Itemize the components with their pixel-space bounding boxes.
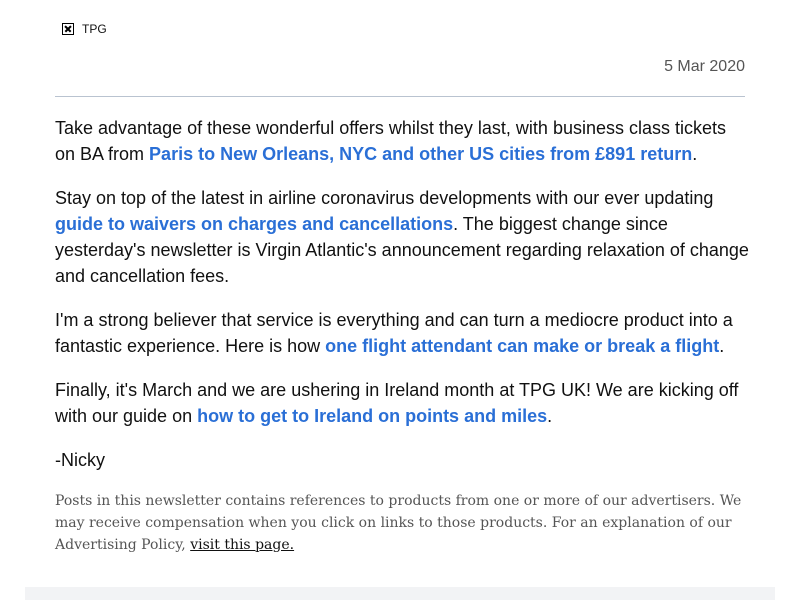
header-divider <box>55 96 745 97</box>
footer-section <box>25 587 775 600</box>
paragraph-ba-offers: Take advantage of these wonderful offers… <box>55 118 727 164</box>
link-paris-new-orleans-offer[interactable]: Paris to New Orleans, NYC and other US c… <box>149 144 692 164</box>
link-waivers-guide[interactable]: guide to waivers on charges and cancella… <box>55 214 453 234</box>
signature: -Nicky <box>55 450 105 470</box>
newsletter-date: 5 Mar 2020 <box>664 58 745 75</box>
logo-alt-text: TPG <box>82 22 107 36</box>
link-ireland-guide[interactable]: how to get to Ireland on points and mile… <box>197 406 547 426</box>
paragraph-service: I'm a strong believer that service is ev… <box>55 310 733 356</box>
broken-image-icon <box>62 23 74 35</box>
link-flight-attendant[interactable]: one flight attendant can make or break a… <box>325 336 719 356</box>
link-advertising-policy[interactable]: visit this page. <box>190 537 294 553</box>
advertiser-disclaimer: Posts in this newsletter contains refere… <box>55 493 742 553</box>
paragraph-ireland: Finally, it's March and we are ushering … <box>55 380 739 426</box>
paragraph-coronavirus: Stay on top of the latest in airline cor… <box>55 188 749 286</box>
logo[interactable]: TPG <box>62 21 107 37</box>
newsletter-body: Take advantage of these wonderful offers… <box>55 115 750 491</box>
